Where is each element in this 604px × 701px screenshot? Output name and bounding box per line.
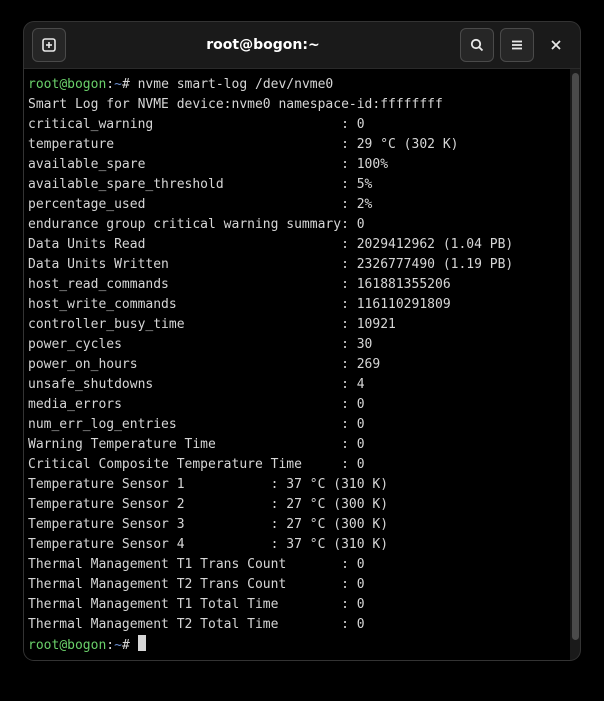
output-line: media_errors : 0 (28, 395, 570, 415)
output-line: Temperature Sensor 1 : 37 °C (310 K) (28, 475, 570, 495)
output-line: power_cycles : 30 (28, 335, 570, 355)
new-tab-button[interactable] (32, 28, 66, 62)
prompt-line: root@bogon:~# (28, 635, 570, 656)
output-line: percentage_used : 2% (28, 195, 570, 215)
output-line: Warning Temperature Time : 0 (28, 435, 570, 455)
output-line: available_spare_threshold : 5% (28, 175, 570, 195)
output-line: controller_busy_time : 10921 (28, 315, 570, 335)
search-button[interactable] (460, 28, 494, 62)
output-header: Smart Log for NVME device:nvme0 namespac… (28, 95, 570, 115)
menu-button[interactable] (500, 28, 534, 62)
output-line: host_read_commands : 161881355206 (28, 275, 570, 295)
window-title: root@bogon:~ (72, 37, 454, 53)
output-line: critical_warning : 0 (28, 115, 570, 135)
terminal-window: root@bogon:~ (24, 22, 580, 660)
command-line: root@bogon:~# nvme smart-log /dev/nvme0 (28, 75, 570, 95)
close-button[interactable] (540, 29, 572, 61)
output-line: Temperature Sensor 2 : 27 °C (300 K) (28, 495, 570, 515)
output-line: Temperature Sensor 4 : 37 °C (310 K) (28, 535, 570, 555)
cursor (138, 635, 146, 651)
output-line: host_write_commands : 116110291809 (28, 295, 570, 315)
output-line: Thermal Management T2 Trans Count : 0 (28, 575, 570, 595)
terminal-output[interactable]: root@bogon:~# nvme smart-log /dev/nvme0S… (24, 69, 570, 660)
output-line: Thermal Management T1 Trans Count : 0 (28, 555, 570, 575)
output-line: Critical Composite Temperature Time : 0 (28, 455, 570, 475)
output-line: unsafe_shutdowns : 4 (28, 375, 570, 395)
output-line: available_spare : 100% (28, 155, 570, 175)
shell-prompt: root@bogon:~# (28, 77, 138, 92)
output-line: Data Units Written : 2326777490 (1.19 PB… (28, 255, 570, 275)
output-line: Thermal Management T1 Total Time : 0 (28, 595, 570, 615)
titlebar: root@bogon:~ (24, 22, 580, 69)
output-line: temperature : 29 °C (302 K) (28, 135, 570, 155)
output-line: Data Units Read : 2029412962 (1.04 PB) (28, 235, 570, 255)
shell-prompt: root@bogon:~# (28, 638, 138, 653)
output-line: Temperature Sensor 3 : 27 °C (300 K) (28, 515, 570, 535)
terminal-body-wrap: root@bogon:~# nvme smart-log /dev/nvme0S… (24, 69, 580, 660)
scrollbar[interactable] (570, 69, 580, 660)
output-line: num_err_log_entries : 0 (28, 415, 570, 435)
command-text: nvme smart-log /dev/nvme0 (138, 77, 334, 92)
output-line: power_on_hours : 269 (28, 355, 570, 375)
output-line: endurance group critical warning summary… (28, 215, 570, 235)
output-line: Thermal Management T2 Total Time : 0 (28, 615, 570, 635)
scrollbar-thumb[interactable] (572, 73, 579, 640)
